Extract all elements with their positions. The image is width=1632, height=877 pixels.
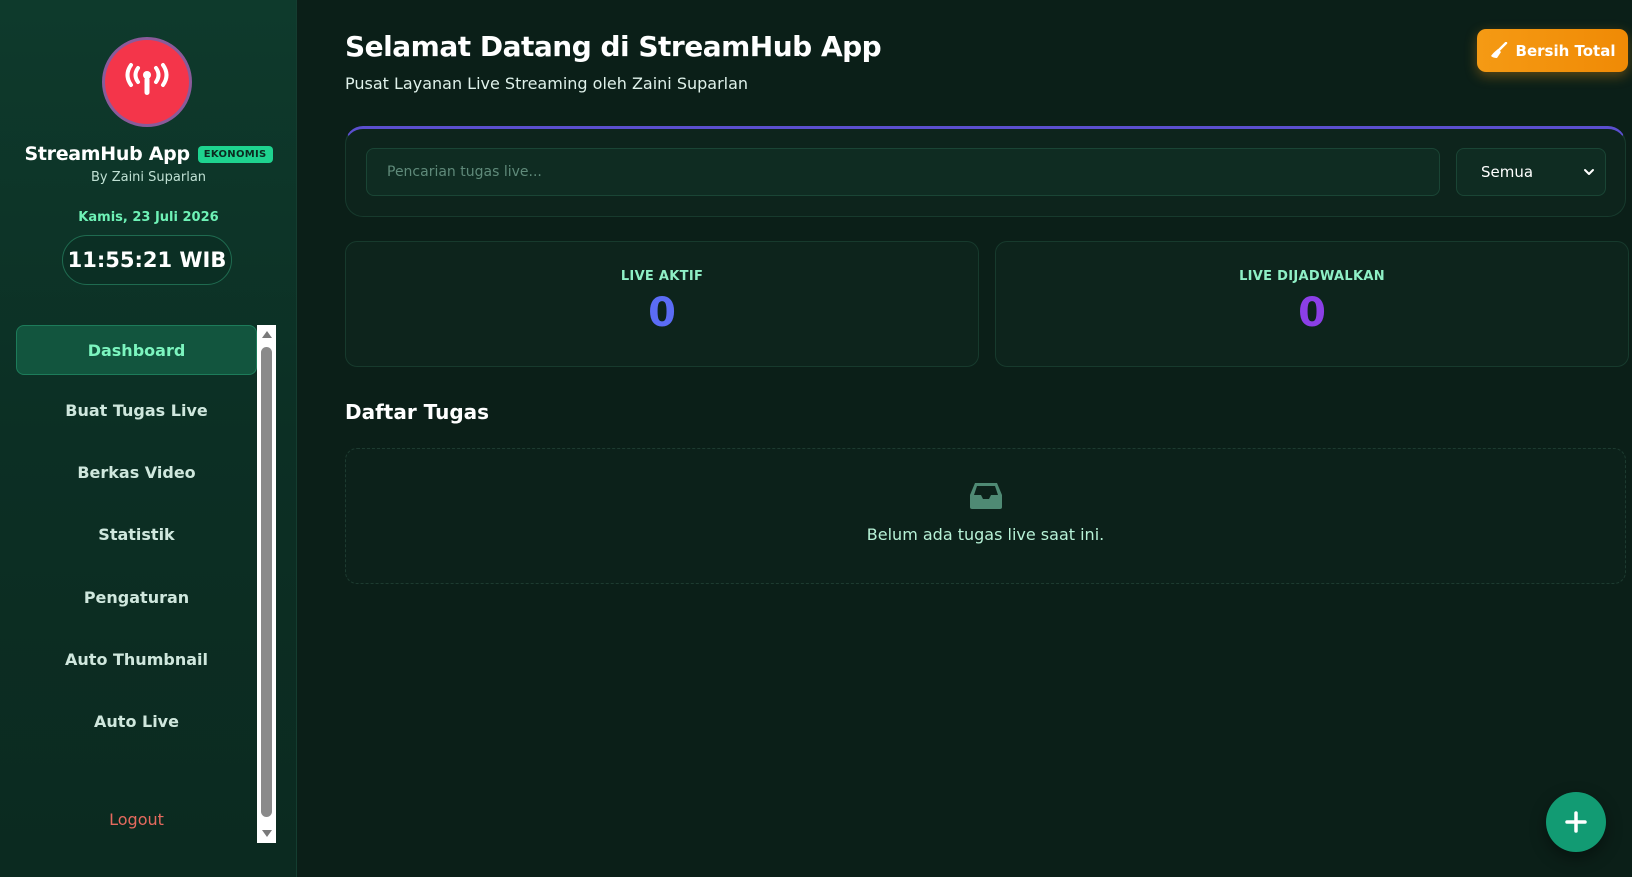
sidebar-nav: Dashboard Buat Tugas Live Berkas Video S… (16, 325, 257, 843)
app-root: StreamHub App EKONOMIS By Zaini Suparlan… (0, 0, 1632, 877)
clear-all-label: Bersih Total (1515, 41, 1616, 60)
scroll-up-arrow-icon[interactable] (262, 331, 272, 338)
scroll-down-arrow-icon[interactable] (262, 830, 272, 837)
sidebar-item-dashboard[interactable]: Dashboard (16, 325, 257, 375)
sidebar-item-auto-thumbnail[interactable]: Auto Thumbnail (16, 634, 257, 684)
sidebar-item-buat-tugas-live[interactable]: Buat Tugas Live (16, 385, 257, 435)
inbox-icon (346, 481, 1625, 515)
stat-label: LIVE AKTIF (620, 269, 704, 284)
brand-name: StreamHub App (24, 143, 190, 165)
page-title: Selamat Datang di StreamHub App (345, 30, 882, 63)
scroll-thumb[interactable] (261, 347, 272, 817)
sidebar-item-berkas-video[interactable]: Berkas Video (16, 447, 257, 497)
chevron-down-icon (1584, 169, 1594, 175)
filter-selected-value: Semua (1481, 163, 1534, 181)
broom-icon (1490, 41, 1507, 58)
clear-all-button[interactable]: Bersih Total (1477, 29, 1628, 72)
task-list-empty-state: Belum ada tugas live saat ini. (345, 448, 1626, 584)
logout-button[interactable]: Logout (16, 794, 257, 844)
app-logo (102, 37, 192, 127)
brand-author: By Zaini Suparlan (90, 170, 207, 185)
task-list-title: Daftar Tugas (345, 400, 490, 424)
sidebar: StreamHub App EKONOMIS By Zaini Suparlan… (0, 0, 297, 877)
stat-card-live-dijadwalkan: LIVE DIJADWALKAN 0 (995, 241, 1629, 367)
search-card: Semua (345, 126, 1626, 217)
stat-label: LIVE DIJADWALKAN (1239, 269, 1385, 284)
sidebar-item-statistik[interactable]: Statistik (16, 509, 257, 559)
clock-display: 11:55:21 WIB (62, 235, 232, 285)
brand-row: StreamHub App EKONOMIS (0, 143, 297, 165)
sidebar-scrollbar[interactable] (257, 325, 276, 843)
stat-value: 0 (648, 290, 676, 336)
stat-card-live-aktif: LIVE AKTIF 0 (345, 241, 979, 367)
add-task-fab-button[interactable] (1546, 792, 1606, 852)
broadcast-tower-icon (125, 63, 169, 95)
sidebar-item-pengaturan[interactable]: Pengaturan (16, 572, 257, 622)
status-filter-select[interactable]: Semua (1456, 148, 1606, 196)
current-date: Kamis, 23 Juli 2026 (78, 210, 219, 225)
plus-icon (1565, 811, 1587, 833)
stat-value: 0 (1298, 290, 1326, 336)
plan-badge: EKONOMIS (197, 145, 273, 163)
page-subtitle: Pusat Layanan Live Streaming oleh Zaini … (345, 74, 749, 93)
main-content: Selamat Datang di StreamHub App Pusat La… (297, 0, 1632, 877)
empty-state-text: Belum ada tugas live saat ini. (866, 525, 1105, 544)
search-input[interactable] (366, 148, 1440, 196)
sidebar-item-auto-live[interactable]: Auto Live (16, 696, 257, 746)
